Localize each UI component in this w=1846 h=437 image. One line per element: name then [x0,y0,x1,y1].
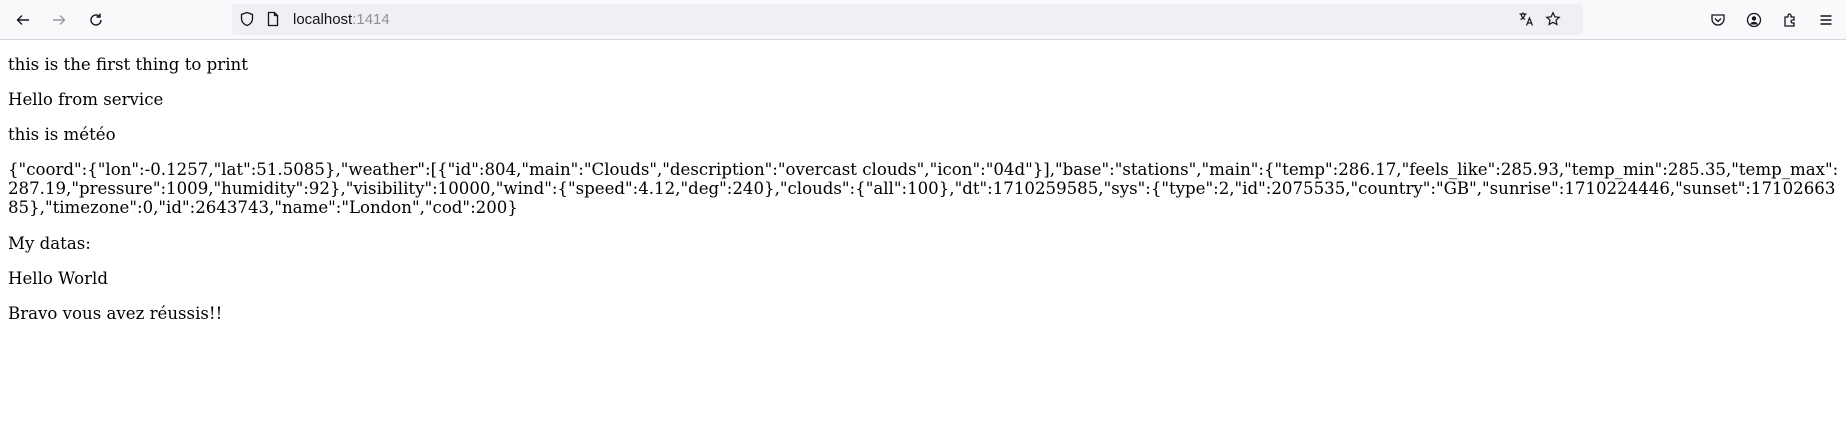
first-print-text: this is the first thing to print [8,55,248,74]
page-icon[interactable] [265,11,281,32]
translate-icon[interactable] [1518,11,1534,32]
bookmark-star-icon[interactable] [1545,11,1561,32]
reload-button[interactable] [84,8,108,32]
extensions-icon [1784,13,1795,27]
reload-icon [90,13,102,26]
browser-toolbar: localhost:1414 [0,0,1846,40]
menu-button[interactable] [1814,8,1838,32]
back-arrow-icon [16,15,29,25]
weather-json-output: {"coord":{"lon":-0.1257,"lat":51.5085},"… [8,160,1839,217]
pocket-button[interactable] [1706,8,1730,32]
hello-world-text: Hello World [8,269,108,288]
extensions-button[interactable] [1778,8,1802,32]
pocket-icon [1711,14,1725,26]
menu-icon [1820,15,1832,25]
bravo-text: Bravo vous avez réussis!! [8,304,223,323]
account-icon [1746,12,1762,28]
back-button[interactable] [11,8,35,32]
shield-icon[interactable] [239,11,255,32]
forward-arrow-icon [53,15,66,25]
account-button[interactable] [1742,8,1766,32]
url-text[interactable]: localhost:1414 [293,4,390,35]
my-datas-label: My datas: [8,234,91,253]
forward-button[interactable] [47,8,71,32]
url-port: :1414 [352,11,390,28]
service-greeting-text: Hello from service [8,90,164,109]
url-host: localhost [293,11,353,28]
url-bar[interactable]: localhost:1414 [232,4,1583,35]
meteo-text: this is météo [8,125,116,144]
